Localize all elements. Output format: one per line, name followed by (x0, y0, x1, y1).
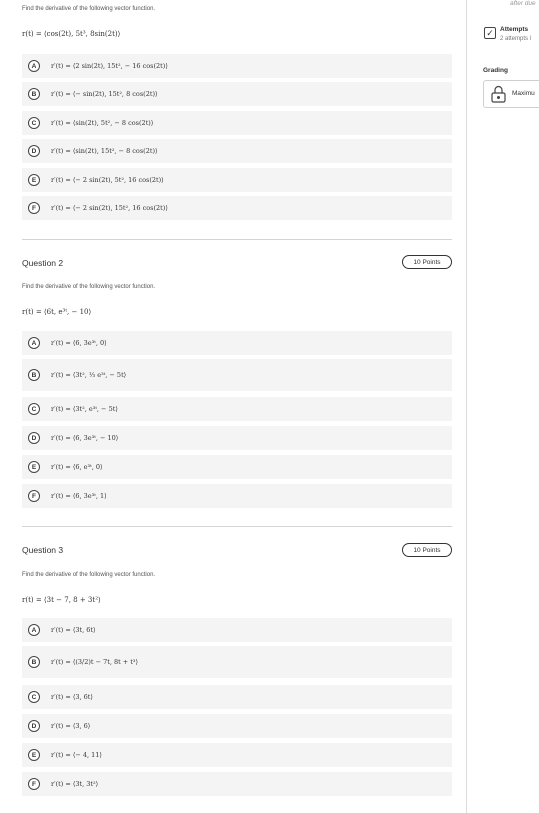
choice-text: r′(t) = ⟨6, 3e³ᵗ, 0⟩ (51, 339, 107, 347)
question-divider (22, 526, 452, 527)
choice-text: r′(t) = ⟨6, 3e³ᵗ, − 10⟩ (51, 434, 119, 442)
choice-letter: E (28, 174, 40, 186)
q3-choice-f[interactable]: Fr′(t) = ⟨3t, 3t²⟩ (22, 772, 452, 796)
q2-choice-c[interactable]: Cr′(t) = ⟨3t², e³ᵗ, − 5t⟩ (22, 397, 452, 421)
choice-text: r′(t) = ⟨6, e³ᵗ, 0⟩ (51, 463, 103, 471)
question-3-function: r(t) = ⟨3t − 7, 8 + 3t²⟩ (22, 596, 101, 604)
choice-letter: B (28, 656, 40, 668)
question-2-prompt: Find the derivative of the following vec… (22, 284, 156, 290)
q2-choice-a[interactable]: Ar′(t) = ⟨6, 3e³ᵗ, 0⟩ (22, 331, 452, 355)
q3-choice-d[interactable]: Dr′(t) = ⟨3, 6⟩ (22, 714, 452, 738)
q3-choice-e[interactable]: Er′(t) = ⟨− 4, 11⟩ (22, 743, 452, 767)
attempts-title: Attempts (500, 26, 529, 33)
choice-text: r′(t) = ⟨3t, 3t²⟩ (51, 780, 99, 788)
q1-choice-b[interactable]: Br′(t) = ⟨− sin(2t), 15t², 8 cos(2t)⟩ (22, 82, 452, 106)
lock-scale-icon (491, 85, 506, 103)
choice-letter: A (28, 337, 40, 349)
q1-choice-a[interactable]: Ar′(t) = ⟨2 sin(2t), 15t², − 16 cos(2t)⟩ (22, 54, 452, 78)
after-due-text: after due (510, 0, 536, 7)
question-divider (22, 239, 452, 240)
choice-text: r′(t) = ⟨− sin(2t), 15t², 8 cos(2t)⟩ (51, 90, 158, 98)
choice-text: r′(t) = ⟨sin(2t), 5t², − 8 cos(2t)⟩ (51, 119, 154, 127)
choice-text: r′(t) = ⟨3t, 6t⟩ (51, 626, 96, 634)
choice-letter: E (28, 749, 40, 761)
q1-choice-d[interactable]: Dr′(t) = ⟨sin(2t), 15t², − 8 cos(2t)⟩ (22, 139, 452, 163)
choice-letter: D (28, 432, 40, 444)
choice-letter: A (28, 60, 40, 72)
q1-choice-e[interactable]: Er′(t) = ⟨− 2 sin(2t), 5t², 16 cos(2t)⟩ (22, 168, 452, 192)
question-2-title: Question 2 (22, 258, 64, 268)
question-2-function: r(t) = ⟨6t, e³ᵗ, − 10⟩ (22, 308, 92, 316)
question-1-function: r(t) = ⟨cos(2t), 5t³, 8sin(2t)⟩ (22, 30, 121, 38)
q2-choice-b[interactable]: Br′(t) = ⟨3t², ⅓ e³ᵗ, − 5t⟩ (22, 359, 452, 391)
choice-text: r′(t) = ⟨sin(2t), 15t², − 8 cos(2t)⟩ (51, 147, 158, 155)
q2-choice-f[interactable]: Fr′(t) = ⟨6, 3e³ᵗ, 1⟩ (22, 484, 452, 508)
choice-letter: D (28, 720, 40, 732)
choice-letter: B (28, 369, 40, 381)
question-3-prompt: Find the derivative of the following vec… (22, 572, 156, 578)
q1-choice-f[interactable]: Fr′(t) = ⟨− 2 sin(2t), 15t², 16 cos(2t)⟩ (22, 196, 452, 220)
choice-text: r′(t) = ⟨− 4, 11⟩ (51, 751, 102, 759)
choice-text: r′(t) = ⟨(3/2)t − 7t, 8t + t³⟩ (51, 658, 139, 666)
choice-letter: D (28, 145, 40, 157)
attempts-subtitle: 2 attempts l (500, 36, 532, 42)
choice-letter: A (28, 624, 40, 636)
choice-letter: E (28, 461, 40, 473)
choice-text: r′(t) = ⟨3t², e³ᵗ, − 5t⟩ (51, 405, 118, 413)
choice-text: r′(t) = ⟨3, 6⟩ (51, 722, 91, 730)
grading-label: Grading (483, 67, 508, 74)
q1-choice-c[interactable]: Cr′(t) = ⟨sin(2t), 5t², − 8 cos(2t)⟩ (22, 111, 452, 135)
choice-text: r′(t) = ⟨3, 6t⟩ (51, 693, 93, 701)
choice-letter: C (28, 117, 40, 129)
quiz-content: Find the derivative of the following vec… (0, 0, 466, 813)
question-1-prompt: Find the derivative of the following vec… (22, 6, 156, 12)
choice-letter: C (28, 403, 40, 415)
q3-choice-a[interactable]: Ar′(t) = ⟨3t, 6t⟩ (22, 618, 452, 642)
choice-letter: F (28, 778, 40, 790)
choice-letter: F (28, 490, 40, 502)
choice-letter: C (28, 691, 40, 703)
checkbox-icon: ✓ (484, 27, 496, 39)
q3-choice-b[interactable]: Br′(t) = ⟨(3/2)t − 7t, 8t + t³⟩ (22, 646, 452, 678)
choice-text: r′(t) = ⟨− 2 sin(2t), 5t², 16 cos(2t)⟩ (51, 176, 164, 184)
question-3-title: Question 3 (22, 545, 64, 555)
q3-choice-c[interactable]: Cr′(t) = ⟨3, 6t⟩ (22, 685, 452, 709)
choice-text: r′(t) = ⟨3t², ⅓ e³ᵗ, − 5t⟩ (51, 371, 127, 379)
choice-letter: B (28, 88, 40, 100)
sidebar-divider (466, 0, 467, 813)
q2-choice-d[interactable]: Dr′(t) = ⟨6, 3e³ᵗ, − 10⟩ (22, 426, 452, 450)
grading-value: Maximu (512, 90, 535, 97)
question-3-points-badge: 10 Points (402, 543, 452, 557)
choice-text: r′(t) = ⟨2 sin(2t), 15t², − 16 cos(2t)⟩ (51, 62, 168, 70)
q2-choice-e[interactable]: Er′(t) = ⟨6, e³ᵗ, 0⟩ (22, 455, 452, 479)
choice-text: r′(t) = ⟨6, 3e³ᵗ, 1⟩ (51, 492, 107, 500)
choice-letter: F (28, 202, 40, 214)
choice-text: r′(t) = ⟨− 2 sin(2t), 15t², 16 cos(2t)⟩ (51, 204, 168, 212)
question-2-points-badge: 10 Points (402, 255, 452, 269)
